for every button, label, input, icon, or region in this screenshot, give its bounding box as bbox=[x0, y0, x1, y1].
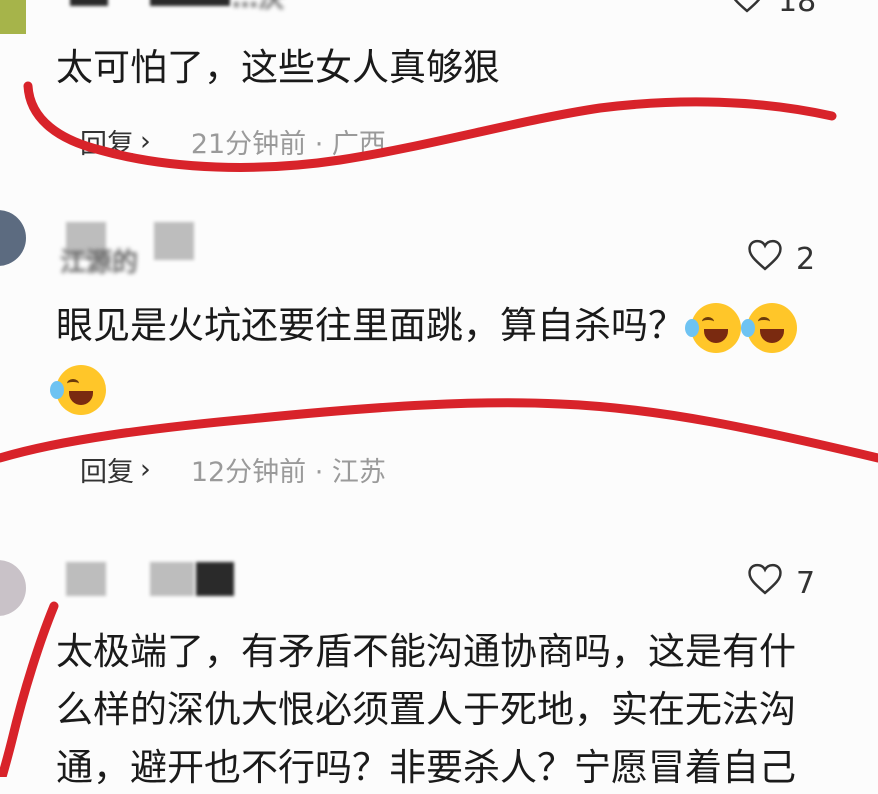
like-count: 7 bbox=[796, 565, 816, 601]
chevron-right-icon: › bbox=[140, 454, 151, 485]
reply-button[interactable]: 回复 › bbox=[80, 122, 151, 161]
comment-meta: 回复 › 12分钟前 · 江苏 bbox=[80, 450, 386, 489]
avatar[interactable] bbox=[0, 210, 26, 266]
comment-text-line: 通，避开也不行吗？非要杀人？宁愿冒着自己 bbox=[56, 746, 796, 789]
like-count: 18 bbox=[778, 0, 817, 19]
comment-meta: 回复 › 21分钟前 · 广西 bbox=[80, 122, 386, 161]
timestamp-location: 21分钟前 · 广西 bbox=[190, 129, 386, 160]
avatar[interactable] bbox=[0, 0, 26, 34]
comment-text-line: 么样的深仇大恨必须置人于死地，实在无法沟 bbox=[56, 688, 796, 731]
laugh-cry-emoji-icon bbox=[741, 302, 797, 353]
comment-text-line: 太极端了，有矛盾不能沟通协商吗，这是有什 bbox=[56, 630, 796, 673]
reply-button[interactable]: 回复 › bbox=[80, 450, 151, 489]
username-redacted bbox=[150, 0, 230, 6]
like-button[interactable]: 7 bbox=[746, 562, 815, 604]
like-button[interactable]: 2 bbox=[746, 238, 815, 280]
username[interactable]: …沃 bbox=[232, 0, 284, 15]
comment-text: 太可怕了，这些女人真够狠 bbox=[56, 46, 500, 89]
username-redacted bbox=[70, 0, 108, 6]
heart-icon bbox=[746, 562, 784, 604]
username-redacted bbox=[154, 222, 194, 260]
reply-label: 回复 bbox=[80, 457, 134, 488]
comment-text-line: 眼见是火坑还要往里面跳，算自杀吗？ bbox=[56, 300, 797, 353]
comment-text: 眼见是火坑还要往里面跳，算自杀吗？ bbox=[56, 304, 685, 347]
avatar[interactable] bbox=[0, 560, 26, 616]
username-redacted bbox=[150, 562, 194, 596]
like-count: 2 bbox=[796, 241, 816, 277]
laugh-cry-emoji-icon bbox=[50, 364, 106, 415]
username-redacted bbox=[196, 562, 234, 596]
comment-emoji-line bbox=[50, 362, 106, 415]
heart-icon bbox=[746, 238, 784, 280]
laugh-cry-emoji-icon bbox=[685, 302, 741, 353]
username-redacted bbox=[66, 562, 106, 596]
chevron-right-icon: › bbox=[140, 126, 151, 157]
timestamp-location: 12分钟前 · 江苏 bbox=[190, 457, 386, 488]
reply-label: 回复 bbox=[80, 129, 134, 160]
username[interactable]: 江源的 bbox=[60, 242, 138, 279]
like-button[interactable]: 18 bbox=[728, 0, 816, 22]
heart-icon bbox=[728, 0, 766, 22]
